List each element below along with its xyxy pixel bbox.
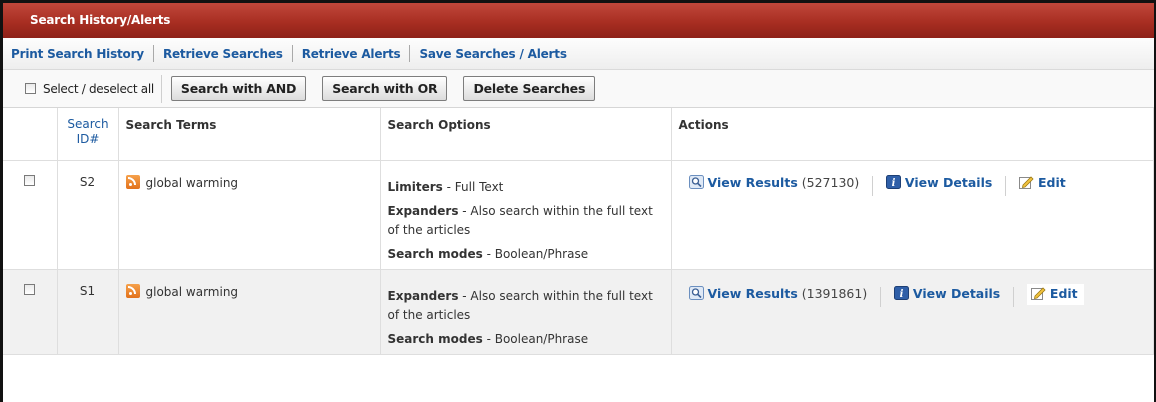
- link-separator: [291, 45, 293, 62]
- action-separator: [880, 286, 882, 307]
- table-row: S2 global warming Limiters - Full Text E…: [3, 160, 1154, 270]
- toolbar-separator: [160, 74, 162, 103]
- action-separator: [1013, 286, 1015, 307]
- search-id: S2: [57, 160, 119, 270]
- search-history-panel: Search History/Alerts Print Search Histo…: [0, 0, 1156, 402]
- save-searches-alerts-link[interactable]: Save Searches / Alerts: [419, 47, 566, 61]
- print-search-history-link[interactable]: Print Search History: [11, 47, 144, 61]
- magnifier-icon: [688, 175, 704, 189]
- row-select-cell: [3, 160, 58, 270]
- info-icon: i: [885, 175, 901, 189]
- retrieve-alerts-link[interactable]: Retrieve Alerts: [302, 47, 401, 61]
- option-label: Limiters: [387, 179, 443, 194]
- search-id: S1: [57, 269, 119, 355]
- view-results-link[interactable]: View Results: [708, 286, 798, 301]
- result-count: (1391861): [801, 285, 868, 301]
- svg-text:i: i: [899, 289, 903, 300]
- search-term: global warming: [145, 175, 239, 190]
- table-row: S1 global warming Expanders - Also searc…: [3, 269, 1154, 355]
- search-history-table: Search ID# Search Terms Search Options Ac…: [3, 108, 1154, 355]
- svg-text:i: i: [892, 178, 896, 189]
- magnifier-icon: [688, 286, 704, 300]
- search-term-cell: global warming: [118, 160, 381, 270]
- search-options-cell: Limiters - Full Text Expanders - Also se…: [380, 160, 672, 270]
- option-label: Expanders: [387, 203, 459, 218]
- option-label: Search modes: [387, 246, 483, 261]
- view-details-link[interactable]: View Details: [905, 175, 992, 190]
- edit-link[interactable]: Edit: [1038, 175, 1066, 190]
- option-value: - Boolean/Phrase: [482, 331, 589, 346]
- actions-cell: View Results (527130) i View Details Edi…: [671, 160, 1154, 270]
- row-select-cell: [3, 269, 58, 355]
- search-options-cell: Expanders - Also search within the full …: [380, 269, 672, 355]
- retrieve-searches-link[interactable]: Retrieve Searches: [163, 47, 283, 61]
- header-actions: Actions: [671, 108, 1154, 161]
- header-search-id[interactable]: Search ID#: [57, 108, 119, 161]
- panel-title: Search History/Alerts: [3, 3, 1154, 38]
- search-term-cell: global warming: [118, 269, 381, 355]
- edit-link[interactable]: Edit: [1050, 286, 1078, 301]
- action-separator: [872, 175, 874, 196]
- info-icon: i: [893, 286, 909, 300]
- rss-icon[interactable]: [125, 174, 140, 189]
- header-search-options: Search Options: [380, 108, 672, 161]
- toolbar: Select / deselect all Search with AND Se…: [3, 70, 1154, 108]
- rss-icon[interactable]: [125, 283, 140, 298]
- edit-icon: [1030, 287, 1046, 300]
- result-count: (527130): [801, 174, 860, 190]
- delete-searches-button[interactable]: Delete Searches: [463, 76, 596, 101]
- link-bar: Print Search History Retrieve Searches R…: [3, 38, 1154, 70]
- header-search-terms: Search Terms: [118, 108, 381, 161]
- view-results-link[interactable]: View Results: [708, 175, 798, 190]
- select-all-label: Select / deselect all: [43, 81, 154, 96]
- option-value: - Full Text: [442, 179, 504, 194]
- select-all-checkbox[interactable]: [25, 83, 36, 94]
- link-separator: [152, 45, 154, 62]
- link-separator: [409, 45, 411, 62]
- action-separator: [1005, 175, 1007, 196]
- option-label: Search modes: [387, 331, 483, 346]
- edit-icon: [1018, 176, 1034, 189]
- search-with-and-button[interactable]: Search with AND: [170, 76, 307, 101]
- table-header-row: Search ID# Search Terms Search Options Ac…: [3, 108, 1154, 161]
- row-checkbox[interactable]: [24, 174, 36, 186]
- row-checkbox[interactable]: [24, 283, 36, 295]
- view-details-link[interactable]: View Details: [913, 286, 1000, 301]
- header-select: [3, 108, 58, 161]
- search-term: global warming: [145, 284, 239, 299]
- actions-cell: View Results (1391861) i View Details Ed…: [671, 269, 1154, 355]
- search-with-or-button[interactable]: Search with OR: [322, 76, 448, 101]
- option-label: Expanders: [387, 288, 459, 303]
- option-value: - Boolean/Phrase: [482, 246, 589, 261]
